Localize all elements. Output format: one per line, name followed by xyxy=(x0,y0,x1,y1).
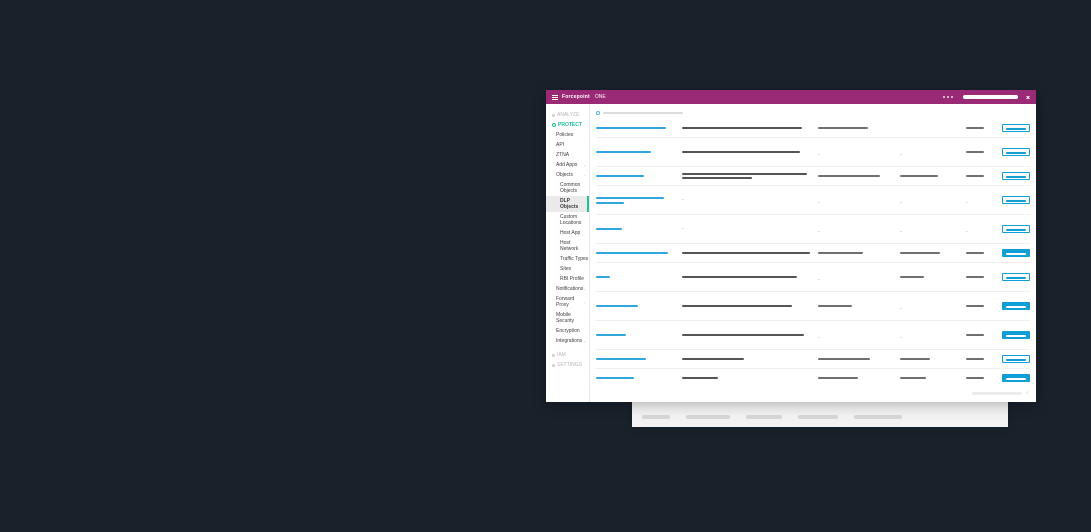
nav-section-settings[interactable]: SETTINGS xyxy=(546,360,589,370)
sidebar: ANALYZEPROTECT PoliciesAPIZTNAAdd Apps›O… xyxy=(546,104,590,402)
table-row xyxy=(596,167,1030,186)
nav-sub-dlp-objects[interactable]: DLP Objects xyxy=(546,196,589,212)
nav-sub-traffic-types[interactable]: Traffic Types xyxy=(546,254,589,264)
chevron-right-icon: › xyxy=(584,173,585,178)
row-action-button[interactable] xyxy=(1002,331,1030,339)
nav-section-protect[interactable]: PROTECT xyxy=(546,120,589,130)
nav-sub-host-app[interactable]: Host App xyxy=(546,228,589,238)
main-content: -------------- ‹ xyxy=(590,104,1036,402)
close-icon[interactable] xyxy=(1026,95,1030,99)
table-row: ---- xyxy=(596,186,1030,215)
nav-sub-host-network[interactable]: Host Network xyxy=(546,238,589,254)
row-action-button[interactable] xyxy=(1002,124,1030,132)
brand-suffix: ONE xyxy=(595,94,606,100)
info-banner xyxy=(596,110,1030,115)
table-row: - xyxy=(596,292,1030,321)
nav-sub-sites[interactable]: Sites xyxy=(546,264,589,274)
table-row xyxy=(596,369,1030,387)
chevron-right-icon: › xyxy=(584,163,585,168)
row-action-button[interactable] xyxy=(1002,249,1030,257)
row-action-button[interactable] xyxy=(1002,196,1030,204)
row-action-button[interactable] xyxy=(1002,355,1030,363)
info-icon xyxy=(596,111,600,115)
nav-item-objects[interactable]: Objects› xyxy=(546,170,589,180)
row-action-button[interactable] xyxy=(1002,225,1030,233)
nav-item-notifications[interactable]: Notifications› xyxy=(546,284,589,294)
table-row: -- xyxy=(596,138,1030,167)
row-action-button[interactable] xyxy=(1002,374,1030,382)
nav-sub-rbi-profile[interactable]: RBI Profile xyxy=(546,274,589,284)
chevron-right-icon: › xyxy=(584,287,585,292)
chevron-right-icon: › xyxy=(584,339,585,344)
nav-section-analyze[interactable]: ANALYZE xyxy=(546,110,589,120)
nav-sub-common-objects[interactable]: Common Objects xyxy=(546,180,589,196)
horizontal-scroll[interactable]: ‹ xyxy=(596,387,1030,396)
chevron-right-icon: › xyxy=(584,300,585,305)
brand-name: Forcepoint xyxy=(562,94,590,100)
chevron-left-icon[interactable]: ‹ xyxy=(1026,390,1028,396)
nav-item-ztna[interactable]: ZTNA xyxy=(546,150,589,160)
table-row: ---- xyxy=(596,215,1030,244)
nav-sub-custom-locations[interactable]: Custom Locations xyxy=(546,212,589,228)
row-action-button[interactable] xyxy=(1002,273,1030,281)
nav-item-mobile-security[interactable]: Mobile Security xyxy=(546,310,589,326)
table-row: -- xyxy=(596,321,1030,350)
header-pill[interactable] xyxy=(963,95,1018,99)
nav-item-integrations[interactable]: Integrations› xyxy=(546,336,589,346)
dlp-objects-table: -------------- xyxy=(596,119,1030,387)
row-action-button[interactable] xyxy=(1002,172,1030,180)
app-window: Forcepoint ONE ANALYZEPROTECT PoliciesAPI… xyxy=(546,90,1036,402)
table-row: - xyxy=(596,263,1030,292)
table-row xyxy=(596,350,1030,369)
nav-item-api[interactable]: API xyxy=(546,140,589,150)
title-bar: Forcepoint ONE xyxy=(546,90,1036,104)
nav-item-forward-proxy[interactable]: Forward Proxy› xyxy=(546,294,589,310)
row-action-button[interactable] xyxy=(1002,302,1030,310)
table-row xyxy=(596,244,1030,263)
nav-item-add-apps[interactable]: Add Apps› xyxy=(546,160,589,170)
row-action-button[interactable] xyxy=(1002,148,1030,156)
menu-icon[interactable] xyxy=(552,95,558,100)
table-row xyxy=(596,119,1030,138)
nav-item-policies[interactable]: Policies xyxy=(546,130,589,140)
header-action-dots[interactable] xyxy=(943,96,953,98)
nav-section-iam[interactable]: IAM xyxy=(546,350,589,360)
nav-item-encryption[interactable]: Encryption xyxy=(546,326,589,336)
